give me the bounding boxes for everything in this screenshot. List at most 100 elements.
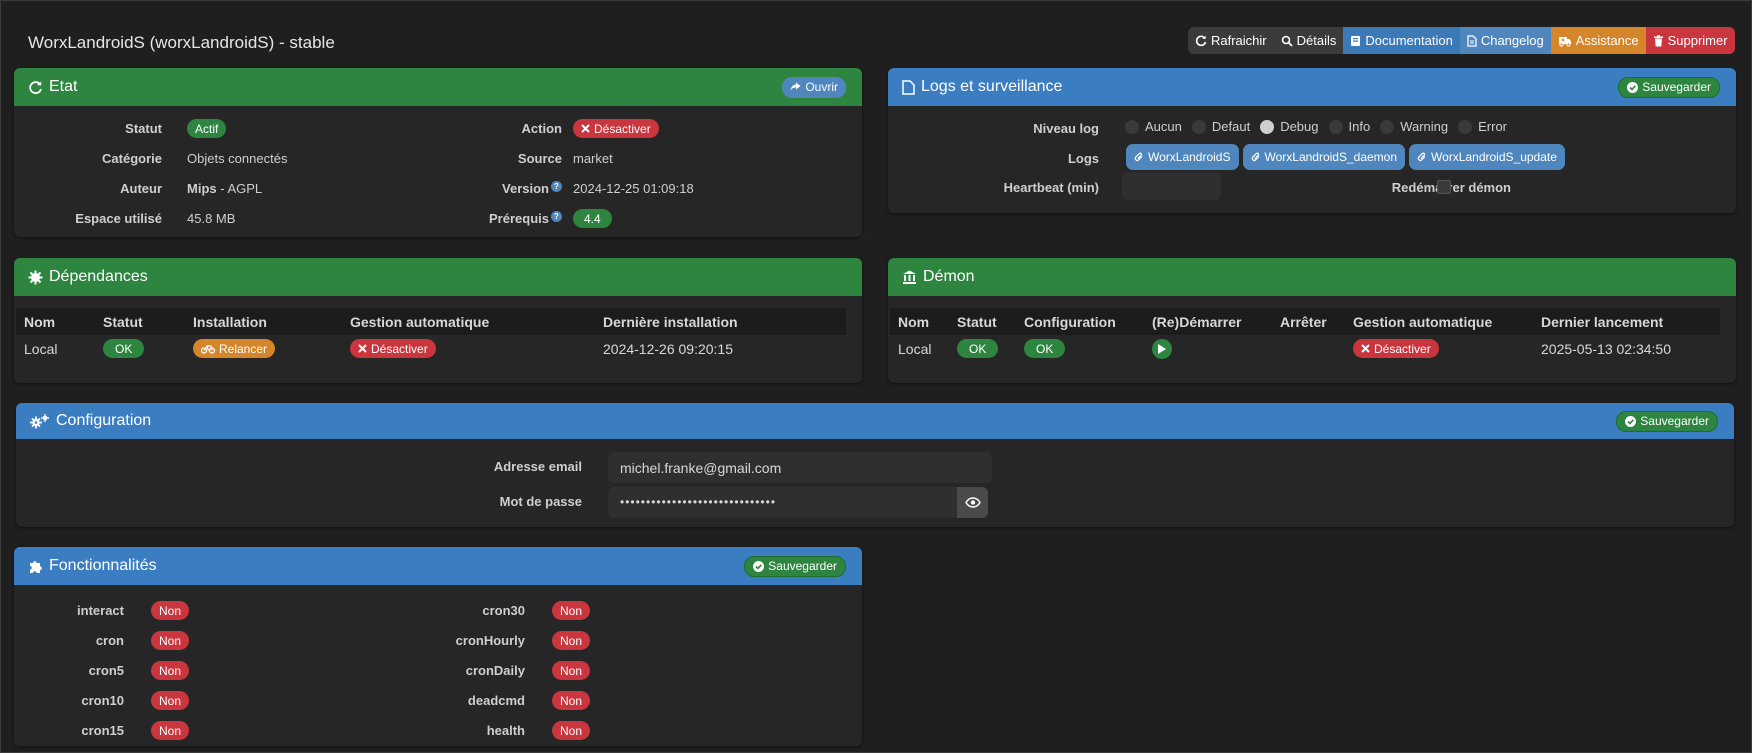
demon-nom: Local: [898, 340, 932, 357]
demon-config-badge: OK: [1024, 339, 1066, 358]
trash-icon: [1653, 34, 1664, 47]
relancer-button[interactable]: Relancer: [193, 339, 276, 358]
email-field[interactable]: michel.franke@gmail.com: [608, 452, 992, 483]
check-circle-icon: [753, 560, 765, 572]
feature-status-badge: Non: [552, 661, 591, 680]
radio-info[interactable]: Info: [1328, 119, 1370, 134]
action-label: Action: [521, 121, 562, 136]
paperclip-icon: [1251, 152, 1261, 163]
documentation-button[interactable]: Documentation: [1343, 27, 1460, 54]
eye-icon: [964, 497, 981, 508]
fonctionnalites-save-button[interactable]: Sauvegarder: [744, 555, 846, 577]
prerequis-badge: 4.4: [573, 209, 612, 228]
dep-nom: Local: [24, 340, 58, 357]
col-configuration: Configuration: [1024, 313, 1116, 330]
details-button[interactable]: Détails: [1273, 27, 1344, 54]
feature-status-badge: Non: [552, 691, 591, 710]
log-file-button[interactable]: WorxLandroidS_daemon: [1242, 144, 1406, 170]
auteur-label: Auteur: [120, 181, 162, 196]
file-icon: [1467, 34, 1477, 47]
niveau-log-label: Niveau log: [1033, 121, 1099, 136]
gear-icon: [28, 270, 43, 285]
demon-table: Nom Statut Configuration (Re)Démarrer Ar…: [890, 308, 1720, 362]
refresh-icon: [1195, 35, 1207, 47]
radio-circle[interactable]: [1458, 119, 1473, 134]
help-icon[interactable]: ?: [551, 181, 562, 192]
heartbeat-label: Heartbeat (min): [1003, 180, 1099, 195]
delete-button[interactable]: Supprimer: [1645, 27, 1735, 54]
prerequis-label: Prérequis?: [394, 211, 562, 226]
radio-circle[interactable]: [1191, 119, 1206, 134]
demon-panel: Démon Nom Statut Configuration (Re)Démar…: [888, 258, 1736, 383]
radio-error[interactable]: Error: [1458, 119, 1507, 134]
feature-name: interact: [77, 603, 124, 618]
radio-warning[interactable]: Warning: [1380, 119, 1448, 134]
col-statut: Statut: [103, 313, 143, 330]
feature-name: cronDaily: [465, 663, 525, 678]
version-label: Version?: [394, 181, 562, 196]
dep-gestion-desactiver-button[interactable]: Désactiver: [350, 339, 436, 358]
feature-name: cron5: [88, 663, 124, 678]
help-icon[interactable]: ?: [551, 211, 562, 222]
dep-derniere: 2024-12-26 09:20:15: [603, 340, 733, 357]
page-title: WorxLandroidS (worxLandroidS) - stable: [28, 33, 335, 52]
refresh-button[interactable]: Rafraichir: [1188, 27, 1274, 54]
col-nom: Nom: [898, 313, 930, 330]
source-label: Source: [517, 151, 562, 166]
table-header-row: Nom Statut Installation Gestion automati…: [16, 308, 846, 335]
categorie-value: Objets connectés: [187, 151, 288, 166]
radio-circle[interactable]: [1380, 119, 1395, 134]
restart-daemon-checkbox[interactable]: [1437, 180, 1451, 194]
feature-name: cron10: [81, 693, 124, 708]
dependances-header: Dépendances: [14, 258, 862, 296]
espace-label: Espace utilisé: [75, 211, 162, 226]
config-save-button[interactable]: Sauvegarder: [1616, 410, 1718, 432]
col-derniere: Dernière installation: [603, 313, 738, 330]
log-file-button[interactable]: WorxLandroidS: [1126, 144, 1239, 170]
configuration-title: Configuration: [56, 412, 152, 429]
logs-label: Logs: [1067, 151, 1099, 166]
open-button[interactable]: Ouvrir: [782, 76, 846, 98]
feature-status-badge: Non: [151, 601, 190, 620]
radio-circle[interactable]: [1328, 119, 1343, 134]
log-file-button[interactable]: WorxLandroidS_update: [1409, 144, 1565, 170]
log-files: WorxLandroidS WorxLandroidS_daemon WorxL…: [1126, 144, 1565, 170]
dep-statut-badge: OK: [103, 339, 145, 358]
demon-gestion-desactiver-button[interactable]: Désactiver: [1353, 339, 1439, 358]
radio-aucun[interactable]: Aucun: [1125, 119, 1182, 134]
feature-name: cron15: [81, 723, 124, 738]
assistance-button[interactable]: Assistance: [1550, 27, 1646, 54]
ambulance-icon: [1558, 35, 1572, 47]
logs-save-button[interactable]: Sauvegarder: [1618, 76, 1720, 98]
dependances-title: Dépendances: [49, 268, 148, 285]
configuration-panel: Configuration Sauvegarder Adresse email …: [16, 403, 1734, 527]
puzzle-icon: [28, 559, 43, 574]
fonctionnalites-header: Fonctionnalités Sauvegarder: [14, 547, 862, 585]
demon-title: Démon: [923, 268, 975, 285]
fonctionnalites-title: Fonctionnalités: [49, 557, 157, 574]
close-icon: [1361, 344, 1370, 353]
changelog-button[interactable]: Changelog: [1459, 27, 1551, 54]
play-icon[interactable]: [1152, 338, 1172, 359]
check-circle-icon: [1625, 415, 1637, 427]
share-icon: [790, 82, 801, 92]
dependances-table: Nom Statut Installation Gestion automati…: [16, 308, 846, 362]
feature-status-badge: Non: [151, 631, 190, 650]
show-password-button[interactable]: [957, 487, 988, 518]
cogs-icon: [30, 413, 50, 429]
password-field[interactable]: ••••••••••••••••••••••••••••••: [608, 487, 957, 518]
col-gestion: Gestion automatique: [1353, 313, 1493, 330]
desactiver-plugin-button[interactable]: Désactiver: [573, 119, 659, 138]
dependances-panel: Dépendances Nom Statut Installation Gest…: [14, 258, 862, 383]
feature-status-badge: Non: [151, 721, 190, 740]
radio-circle[interactable]: [1125, 119, 1139, 134]
auteur-value: Mips - AGPL: [187, 181, 262, 196]
radio-circle-selected[interactable]: [1260, 119, 1275, 134]
heartbeat-input[interactable]: [1122, 172, 1221, 200]
demon-dernier: 2025-05-13 02:34:50: [1541, 340, 1671, 357]
source-value: market: [573, 151, 613, 166]
etat-panel: Etat Ouvrir Statut Actif Catégorie Objet…: [14, 68, 862, 237]
radio-defaut[interactable]: Defaut: [1191, 119, 1250, 134]
radio-debug[interactable]: Debug: [1260, 119, 1319, 134]
table-header-row: Nom Statut Configuration (Re)Démarrer Ar…: [890, 308, 1720, 335]
